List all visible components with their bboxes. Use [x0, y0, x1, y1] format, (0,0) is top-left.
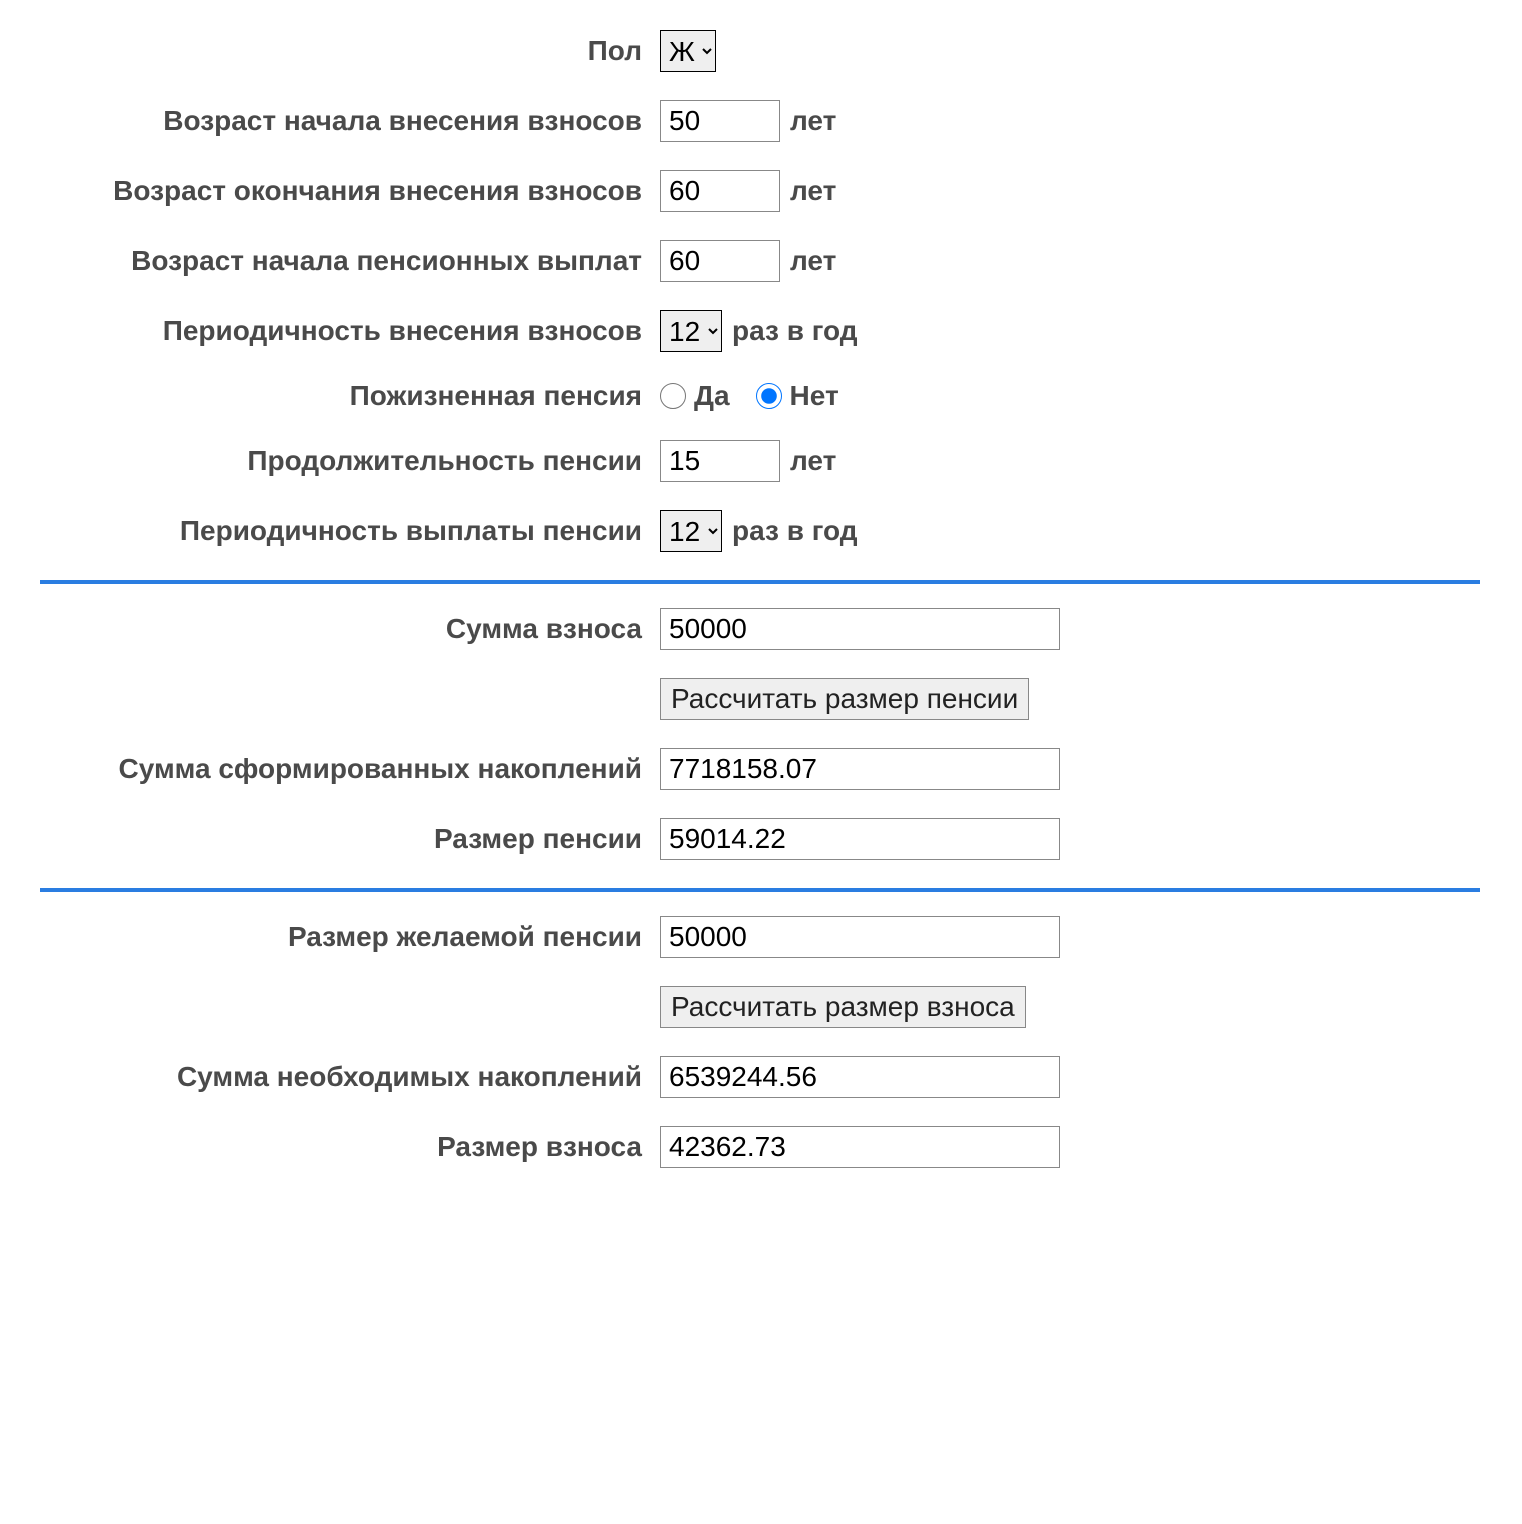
savings-formed-label: Сумма сформированных накоплений: [40, 753, 660, 785]
pension-duration-input[interactable]: [660, 440, 780, 482]
row-desired-pension: Размер желаемой пенсии: [40, 916, 1480, 958]
row-savings-formed: Сумма сформированных накоплений: [40, 748, 1480, 790]
row-pension-duration: Продолжительность пенсии лет: [40, 440, 1480, 482]
contrib-amount-label: Сумма взноса: [40, 613, 660, 645]
desired-pension-label: Размер желаемой пенсии: [40, 921, 660, 953]
lifelong-yes-option[interactable]: Да: [660, 380, 730, 412]
row-lifelong: Пожизненная пенсия Да Нет: [40, 380, 1480, 412]
row-payout-freq: Периодичность выплаты пенсии 12 раз в го…: [40, 510, 1480, 552]
contrib-size-label: Размер взноса: [40, 1131, 660, 1163]
calc-pension-button[interactable]: Рассчитать размер пенсии: [660, 678, 1029, 720]
age-pension-input[interactable]: [660, 240, 780, 282]
divider-2: [40, 888, 1480, 892]
pension-duration-label: Продолжительность пенсии: [40, 445, 660, 477]
gender-label: Пол: [40, 35, 660, 67]
contrib-size-input[interactable]: [660, 1126, 1060, 1168]
contrib-freq-select[interactable]: 12: [660, 310, 722, 352]
row-calc-pension-button: Рассчитать размер пенсии: [40, 678, 1480, 720]
lifelong-no-radio[interactable]: [756, 383, 782, 409]
age-start-input[interactable]: [660, 100, 780, 142]
row-gender: Пол Ж: [40, 30, 1480, 72]
row-calc-contrib-button: Рассчитать размер взноса: [40, 986, 1480, 1028]
lifelong-no-option[interactable]: Нет: [756, 380, 839, 412]
lifelong-yes-label: Да: [694, 380, 730, 412]
payout-freq-select[interactable]: 12: [660, 510, 722, 552]
savings-formed-input[interactable]: [660, 748, 1060, 790]
row-required-savings: Сумма необходимых накоплений: [40, 1056, 1480, 1098]
payout-freq-unit: раз в год: [732, 515, 858, 547]
age-pension-label: Возраст начала пенсионных выплат: [40, 245, 660, 277]
pension-size-label: Размер пенсии: [40, 823, 660, 855]
pension-calculator-form: Пол Ж Возраст начала внесения взносов ле…: [40, 30, 1480, 1168]
payout-freq-label: Периодичность выплаты пенсии: [40, 515, 660, 547]
contrib-freq-label: Периодичность внесения взносов: [40, 315, 660, 347]
gender-select[interactable]: Ж: [660, 30, 716, 72]
row-age-end: Возраст окончания внесения взносов лет: [40, 170, 1480, 212]
contrib-amount-input[interactable]: [660, 608, 1060, 650]
calc-contrib-button[interactable]: Рассчитать размер взноса: [660, 986, 1026, 1028]
age-start-unit: лет: [790, 105, 836, 137]
row-age-start: Возраст начала внесения взносов лет: [40, 100, 1480, 142]
lifelong-label: Пожизненная пенсия: [40, 380, 660, 412]
row-contrib-freq: Периодичность внесения взносов 12 раз в …: [40, 310, 1480, 352]
row-age-pension: Возраст начала пенсионных выплат лет: [40, 240, 1480, 282]
age-end-unit: лет: [790, 175, 836, 207]
pension-duration-unit: лет: [790, 445, 836, 477]
contrib-freq-unit: раз в год: [732, 315, 858, 347]
row-pension-size: Размер пенсии: [40, 818, 1480, 860]
age-pension-unit: лет: [790, 245, 836, 277]
row-contrib-amount: Сумма взноса: [40, 608, 1480, 650]
age-start-label: Возраст начала внесения взносов: [40, 105, 660, 137]
row-contrib-size: Размер взноса: [40, 1126, 1480, 1168]
age-end-label: Возраст окончания внесения взносов: [40, 175, 660, 207]
lifelong-yes-radio[interactable]: [660, 383, 686, 409]
required-savings-label: Сумма необходимых накоплений: [40, 1061, 660, 1093]
divider-1: [40, 580, 1480, 584]
required-savings-input[interactable]: [660, 1056, 1060, 1098]
pension-size-input[interactable]: [660, 818, 1060, 860]
desired-pension-input[interactable]: [660, 916, 1060, 958]
lifelong-no-label: Нет: [790, 380, 839, 412]
age-end-input[interactable]: [660, 170, 780, 212]
